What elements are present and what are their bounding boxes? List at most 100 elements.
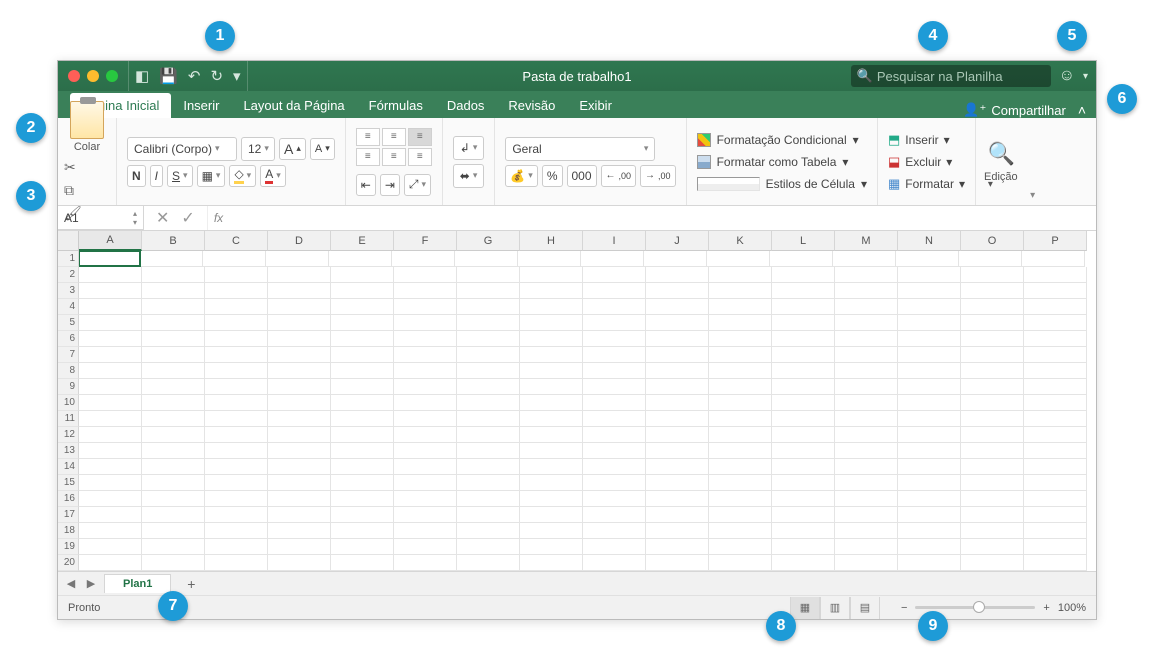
cell[interactable] xyxy=(331,315,394,331)
cell[interactable] xyxy=(646,443,709,459)
align-middle-button[interactable]: ≡ xyxy=(382,128,406,146)
cell[interactable] xyxy=(140,251,203,267)
row-header[interactable]: 18 xyxy=(58,523,79,539)
cell[interactable] xyxy=(1024,475,1087,491)
cell[interactable] xyxy=(709,379,772,395)
cell[interactable] xyxy=(331,299,394,315)
cell[interactable] xyxy=(394,475,457,491)
cell[interactable] xyxy=(770,251,833,267)
cut-icon[interactable]: ✂ xyxy=(64,159,82,176)
cell[interactable] xyxy=(79,555,142,571)
cell[interactable] xyxy=(142,379,205,395)
cell[interactable] xyxy=(646,523,709,539)
cell[interactable] xyxy=(709,491,772,507)
cell[interactable] xyxy=(268,507,331,523)
cell[interactable] xyxy=(898,395,961,411)
cell[interactable] xyxy=(268,331,331,347)
cell[interactable] xyxy=(959,251,1022,267)
cell[interactable] xyxy=(898,315,961,331)
cell[interactable] xyxy=(205,459,268,475)
cell[interactable] xyxy=(772,459,835,475)
cell[interactable] xyxy=(646,427,709,443)
cell[interactable] xyxy=(520,475,583,491)
cell[interactable] xyxy=(709,459,772,475)
cell[interactable] xyxy=(457,555,520,571)
col-header[interactable]: B xyxy=(142,231,205,251)
cell[interactable] xyxy=(709,363,772,379)
cell[interactable] xyxy=(79,283,142,299)
cell[interactable] xyxy=(205,331,268,347)
save-icon[interactable]: 💾 xyxy=(159,67,178,85)
cell[interactable] xyxy=(898,427,961,443)
align-center-button[interactable]: ≡ xyxy=(382,148,406,166)
cell[interactable] xyxy=(835,347,898,363)
cell[interactable] xyxy=(772,363,835,379)
cell[interactable] xyxy=(583,427,646,443)
cell[interactable] xyxy=(457,427,520,443)
merge-button[interactable]: ⬌▾ xyxy=(453,164,485,188)
cell[interactable] xyxy=(79,539,142,555)
cell[interactable] xyxy=(520,299,583,315)
cell[interactable] xyxy=(583,523,646,539)
cell[interactable] xyxy=(835,523,898,539)
redo-icon[interactable]: ↻ xyxy=(210,67,223,85)
cell[interactable] xyxy=(1024,347,1087,363)
cell[interactable] xyxy=(772,347,835,363)
enter-formula-icon[interactable]: ✓ xyxy=(181,208,194,228)
cell[interactable] xyxy=(268,363,331,379)
cell[interactable] xyxy=(961,267,1024,283)
cell[interactable] xyxy=(331,427,394,443)
feedback-icon[interactable]: ☺ xyxy=(1059,67,1075,85)
cell[interactable] xyxy=(835,475,898,491)
cell[interactable] xyxy=(268,491,331,507)
cell[interactable] xyxy=(268,523,331,539)
cell[interactable] xyxy=(1024,299,1087,315)
col-header[interactable]: H xyxy=(520,231,583,251)
row-header[interactable]: 13 xyxy=(58,443,79,459)
cell[interactable] xyxy=(268,427,331,443)
increase-font-button[interactable]: A▴ xyxy=(279,138,306,160)
cell[interactable] xyxy=(331,539,394,555)
cell[interactable] xyxy=(898,283,961,299)
cell[interactable] xyxy=(331,555,394,571)
cancel-formula-icon[interactable]: ✕ xyxy=(156,208,169,228)
feedback-dropdown-icon[interactable]: ▾ xyxy=(1083,71,1088,82)
tab-layout[interactable]: Layout da Página xyxy=(231,93,356,118)
cell[interactable] xyxy=(394,507,457,523)
cell[interactable] xyxy=(520,267,583,283)
cell[interactable] xyxy=(898,299,961,315)
row-header[interactable]: 2 xyxy=(58,267,79,283)
cell[interactable] xyxy=(646,315,709,331)
cell[interactable] xyxy=(772,427,835,443)
cell[interactable] xyxy=(331,267,394,283)
thousands-button[interactable]: 000 xyxy=(567,165,597,187)
sheet-tab[interactable]: Plan1 xyxy=(104,574,171,593)
cell[interactable] xyxy=(394,283,457,299)
cell[interactable] xyxy=(646,379,709,395)
formula-input[interactable] xyxy=(229,206,1096,230)
cell[interactable] xyxy=(1024,283,1087,299)
cell[interactable] xyxy=(329,251,392,267)
cell[interactable] xyxy=(268,555,331,571)
zoom-out-button[interactable]: − xyxy=(901,602,907,614)
cell[interactable] xyxy=(772,555,835,571)
find-icon[interactable]: 🔍▾ xyxy=(988,141,1014,167)
col-header[interactable]: N xyxy=(898,231,961,251)
cell[interactable] xyxy=(142,491,205,507)
cell[interactable] xyxy=(331,507,394,523)
cell[interactable] xyxy=(455,251,518,267)
cell[interactable] xyxy=(79,379,142,395)
cell[interactable] xyxy=(835,411,898,427)
cell[interactable] xyxy=(1024,363,1087,379)
cell[interactable] xyxy=(205,523,268,539)
cell[interactable] xyxy=(142,299,205,315)
cell[interactable] xyxy=(581,251,644,267)
tab-formulas[interactable]: Fórmulas xyxy=(357,93,435,118)
cell[interactable] xyxy=(896,251,959,267)
font-size-dropdown[interactable]: 12▾ xyxy=(241,137,275,161)
cell[interactable] xyxy=(79,459,142,475)
cell[interactable] xyxy=(709,539,772,555)
prev-sheet-button[interactable]: ◀ xyxy=(62,575,80,593)
cell[interactable] xyxy=(394,523,457,539)
cell[interactable] xyxy=(835,427,898,443)
